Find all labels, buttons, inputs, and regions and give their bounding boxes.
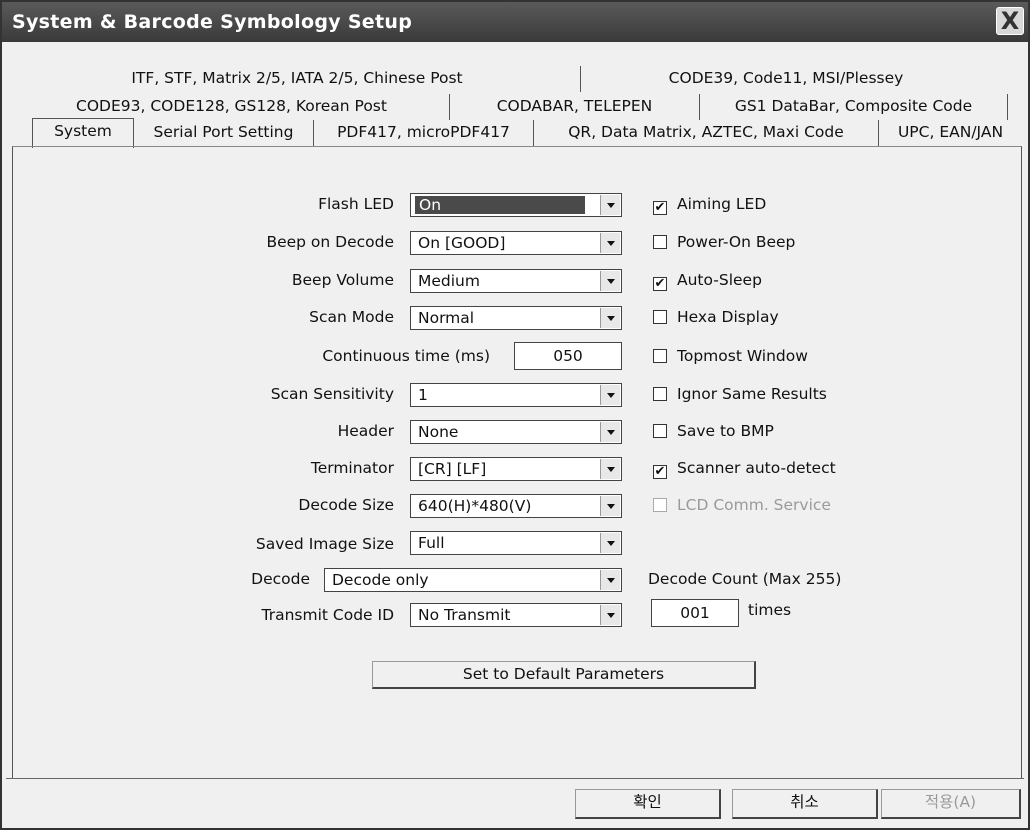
- decode-count-unit: times: [748, 601, 792, 619]
- saved-image-size-value: Full: [418, 534, 445, 552]
- chevron-down-icon[interactable]: [600, 385, 620, 405]
- checkbox-icon[interactable]: [653, 387, 667, 401]
- tab-row-3: System Serial Port Setting PDF417, micro…: [14, 118, 1022, 148]
- checkbox-icon: [653, 498, 667, 512]
- save-to-bmp-checkbox[interactable]: Save to BMP: [653, 422, 774, 440]
- saved-image-size-select[interactable]: Full: [410, 531, 622, 555]
- chevron-down-icon[interactable]: [600, 533, 620, 553]
- flash-led-label: Flash LED: [318, 195, 394, 213]
- tab-code39-code11[interactable]: CODE39, Code11, MSI/Plessey: [581, 66, 991, 92]
- transmit-code-id-value: No Transmit: [418, 606, 511, 624]
- beep-on-decode-label: Beep on Decode: [266, 233, 394, 251]
- chevron-down-icon[interactable]: [600, 271, 620, 291]
- hexa-display-checkbox[interactable]: Hexa Display: [653, 308, 779, 326]
- transmit-code-id-select[interactable]: No Transmit: [410, 603, 622, 627]
- aiming-led-label: Aiming LED: [677, 195, 767, 213]
- auto-sleep-checkbox[interactable]: ✔ Auto-Sleep: [653, 271, 762, 291]
- tab-upc-ean[interactable]: UPC, EAN/JAN: [879, 120, 1022, 146]
- tab-gs1-databar[interactable]: GS1 DataBar, Composite Code: [700, 94, 1008, 120]
- decode-count-label: Decode Count (Max 255): [648, 570, 842, 588]
- decode-value: Decode only: [332, 571, 429, 589]
- apply-button: 적용(A): [881, 789, 1021, 819]
- aiming-led-checkbox[interactable]: ✔ Aiming LED: [653, 195, 766, 215]
- tab-system[interactable]: System: [32, 118, 134, 148]
- scan-sensitivity-label: Scan Sensitivity: [270, 385, 394, 403]
- tab-row-1: ITF, STF, Matrix 2/5, IATA 2/5, Chinese …: [14, 66, 1022, 92]
- decode-count-input[interactable]: 001: [651, 599, 739, 627]
- window-title: System & Barcode Symbology Setup: [12, 11, 413, 33]
- beep-on-decode-value: On [GOOD]: [418, 234, 506, 252]
- beep-on-decode-select[interactable]: On [GOOD]: [410, 231, 622, 255]
- tab-row-2: CODE93, CODE128, GS128, Korean Post CODA…: [14, 94, 1022, 120]
- scanner-auto-detect-label: Scanner auto-detect: [677, 459, 836, 477]
- ignor-same-results-checkbox[interactable]: Ignor Same Results: [653, 385, 827, 403]
- chevron-down-icon[interactable]: [600, 496, 620, 516]
- checkbox-checked-icon[interactable]: ✔: [653, 201, 667, 215]
- scan-sensitivity-value: 1: [418, 386, 428, 404]
- cancel-button[interactable]: 취소: [732, 789, 878, 819]
- checkbox-checked-icon[interactable]: ✔: [653, 277, 667, 291]
- scan-sensitivity-select[interactable]: 1: [410, 383, 622, 407]
- header-select[interactable]: None: [410, 420, 622, 444]
- decode-label: Decode: [251, 570, 310, 588]
- lcd-comm-service-checkbox: LCD Comm. Service: [653, 496, 831, 514]
- checkbox-icon[interactable]: [653, 235, 667, 249]
- topmost-window-checkbox[interactable]: Topmost Window: [653, 347, 808, 365]
- scan-mode-label: Scan Mode: [309, 308, 394, 326]
- title-bar: System & Barcode Symbology Setup: [2, 2, 1028, 42]
- saved-image-size-label: Saved Image Size: [255, 535, 394, 553]
- flash-led-select[interactable]: On: [410, 193, 622, 217]
- beep-volume-value: Medium: [418, 272, 480, 290]
- terminator-value: [CR] [LF]: [418, 460, 487, 478]
- close-icon: X: [1000, 7, 1020, 35]
- terminator-label: Terminator: [310, 459, 394, 477]
- tab-qr-datamatrix[interactable]: QR, Data Matrix, AZTEC, Maxi Code: [534, 120, 879, 146]
- header-value: None: [418, 423, 459, 441]
- beep-volume-label: Beep Volume: [291, 271, 394, 289]
- scan-mode-select[interactable]: Normal: [410, 306, 622, 330]
- checkbox-icon[interactable]: [653, 349, 667, 363]
- tab-code93-code128[interactable]: CODE93, CODE128, GS128, Korean Post: [14, 94, 450, 120]
- header-label: Header: [337, 422, 394, 440]
- auto-sleep-label: Auto-Sleep: [677, 271, 762, 289]
- chevron-down-icon[interactable]: [600, 422, 620, 442]
- setup-dialog: System & Barcode Symbology Setup X ITF, …: [0, 0, 1030, 830]
- continuous-time-label: Continuous time (ms): [322, 347, 490, 365]
- ignor-same-results-label: Ignor Same Results: [677, 385, 827, 403]
- checkbox-icon[interactable]: [653, 310, 667, 324]
- beep-volume-select[interactable]: Medium: [410, 269, 622, 293]
- divider: [6, 778, 1024, 779]
- chevron-down-icon[interactable]: [600, 459, 620, 479]
- checkbox-checked-icon[interactable]: ✔: [653, 465, 667, 479]
- continuous-time-input[interactable]: 050: [514, 342, 622, 370]
- chevron-down-icon[interactable]: [600, 195, 620, 215]
- power-on-beep-checkbox[interactable]: Power-On Beep: [653, 233, 795, 251]
- chevron-down-icon[interactable]: [600, 233, 620, 253]
- decode-select[interactable]: Decode only: [324, 568, 622, 592]
- topmost-window-label: Topmost Window: [677, 347, 808, 365]
- ok-button[interactable]: 확인: [575, 789, 721, 819]
- tab-pdf417[interactable]: PDF417, microPDF417: [314, 120, 534, 146]
- hexa-display-label: Hexa Display: [677, 308, 779, 326]
- flash-led-value: On: [415, 196, 585, 214]
- power-on-beep-label: Power-On Beep: [677, 233, 796, 251]
- decode-size-value: 640(H)*480(V): [418, 497, 532, 515]
- terminator-select[interactable]: [CR] [LF]: [410, 457, 622, 481]
- lcd-comm-service-label: LCD Comm. Service: [677, 496, 831, 514]
- set-default-parameters-button[interactable]: Set to Default Parameters: [372, 661, 756, 689]
- tab-itf-stf-matrix[interactable]: ITF, STF, Matrix 2/5, IATA 2/5, Chinese …: [14, 66, 581, 92]
- close-button[interactable]: X: [996, 7, 1024, 35]
- decode-size-label: Decode Size: [298, 496, 394, 514]
- scan-mode-value: Normal: [418, 309, 475, 327]
- chevron-down-icon[interactable]: [600, 605, 620, 625]
- tab-serial-port[interactable]: Serial Port Setting: [134, 120, 314, 146]
- save-to-bmp-label: Save to BMP: [677, 422, 774, 440]
- checkbox-icon[interactable]: [653, 424, 667, 438]
- decode-size-select[interactable]: 640(H)*480(V): [410, 494, 622, 518]
- transmit-code-id-label: Transmit Code ID: [261, 606, 394, 624]
- chevron-down-icon[interactable]: [600, 308, 620, 328]
- tab-codabar-telepen[interactable]: CODABAR, TELEPEN: [450, 94, 700, 120]
- chevron-down-icon[interactable]: [600, 570, 620, 590]
- scanner-auto-detect-checkbox[interactable]: ✔ Scanner auto-detect: [653, 459, 836, 479]
